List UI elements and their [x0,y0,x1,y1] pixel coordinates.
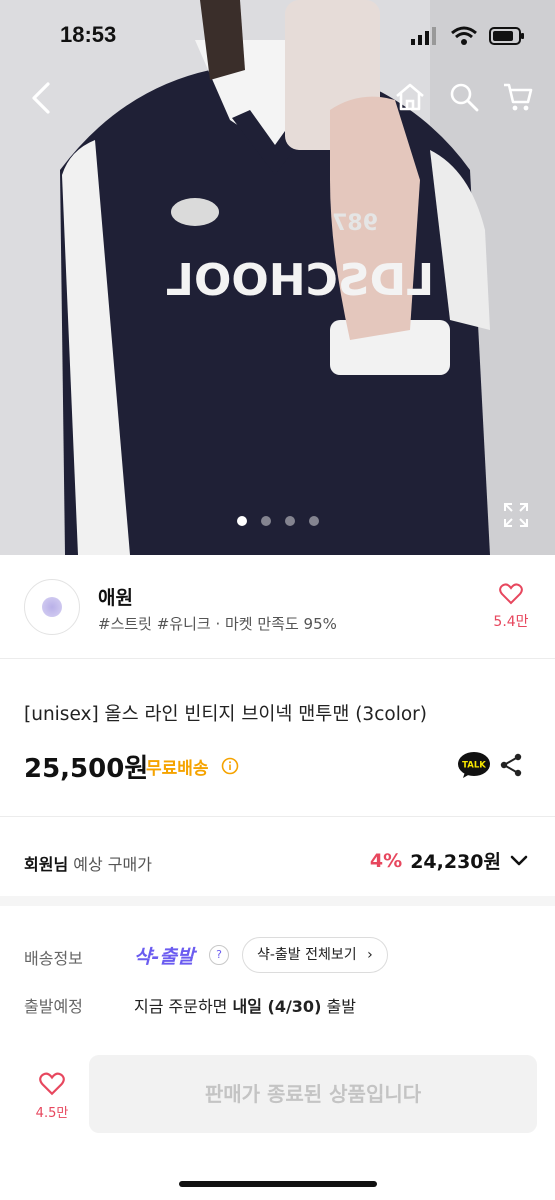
carousel-dot[interactable] [308,516,319,526]
sak-help-icon[interactable]: ? [209,945,229,965]
share-icon[interactable] [498,752,524,778]
wifi-icon [451,26,477,45]
product-title: [unisex] 올스 라인 빈티지 브이넥 맨투맨 (3color) [24,704,427,725]
info-icon[interactable] [221,757,239,775]
seller-tags: #스트릿 #유니크 · 마켓 만족도 95% [98,615,337,633]
seller-section[interactable]: 애원 #스트릿 #유니크 · 마켓 만족도 95% 5.4만 [0,555,555,659]
shirt-lettering: LDSCHOOL [166,255,434,306]
status-time: 18:53 [60,22,117,47]
chevron-down-icon[interactable] [509,854,529,868]
chevron-right-icon: › [367,947,373,963]
departure-info: 지금 주문하면 내일 (4/30) 출발 [134,997,356,1016]
home-indicator [179,1181,377,1187]
soldout-button: 판매가 종료된 상품입니다 [89,1055,537,1133]
shirt-number: 987 [332,211,378,236]
free-shipping-badge: 무료배송 [146,759,209,779]
carousel-dot[interactable] [236,516,247,526]
status-bar: 18:53 [0,0,555,70]
seller-avatar[interactable] [24,579,80,635]
member-price-row[interactable]: 회원님 예상 구매가 4% 24,230원 [0,816,555,906]
signal-icon [411,27,436,45]
carousel-indicator [0,516,555,526]
product-price: 25,500원 [24,754,149,784]
wishlist-count: 4.5만 [35,1106,69,1121]
heart-icon [39,1072,65,1096]
product-image-carousel[interactable]: LDSCHOOL 987 18:53 [0,0,555,555]
kakao-talk-icon[interactable]: TALK [457,751,491,779]
member-discount: 4% [369,849,403,872]
carousel-dot[interactable] [260,516,271,526]
seller-like-button[interactable]: 5.4만 [491,583,531,631]
cart-icon[interactable] [501,80,535,114]
sak-shipping-logo: 샥-출발 [134,946,195,968]
carousel-dot[interactable] [284,516,295,526]
seller-name[interactable]: 애원 [98,583,133,610]
heart-icon [499,583,523,605]
seller-like-count: 5.4만 [493,614,529,630]
wishlist-button[interactable]: 4.5만 [30,1072,74,1121]
svg-text:TALK: TALK [462,761,486,771]
sak-view-all-button[interactable]: 샥-출발 전체보기 › [242,937,388,973]
back-icon[interactable] [24,78,60,118]
battery-icon [489,27,524,45]
member-price-amount: 24,230원 [410,851,501,873]
departure-label: 출발예정 [24,997,83,1016]
expand-icon[interactable] [503,502,529,528]
home-icon[interactable] [393,80,427,114]
search-icon[interactable] [447,80,481,114]
member-price-label: 회원님 예상 구매가 [24,855,152,874]
shipping-label: 배송정보 [24,949,83,968]
